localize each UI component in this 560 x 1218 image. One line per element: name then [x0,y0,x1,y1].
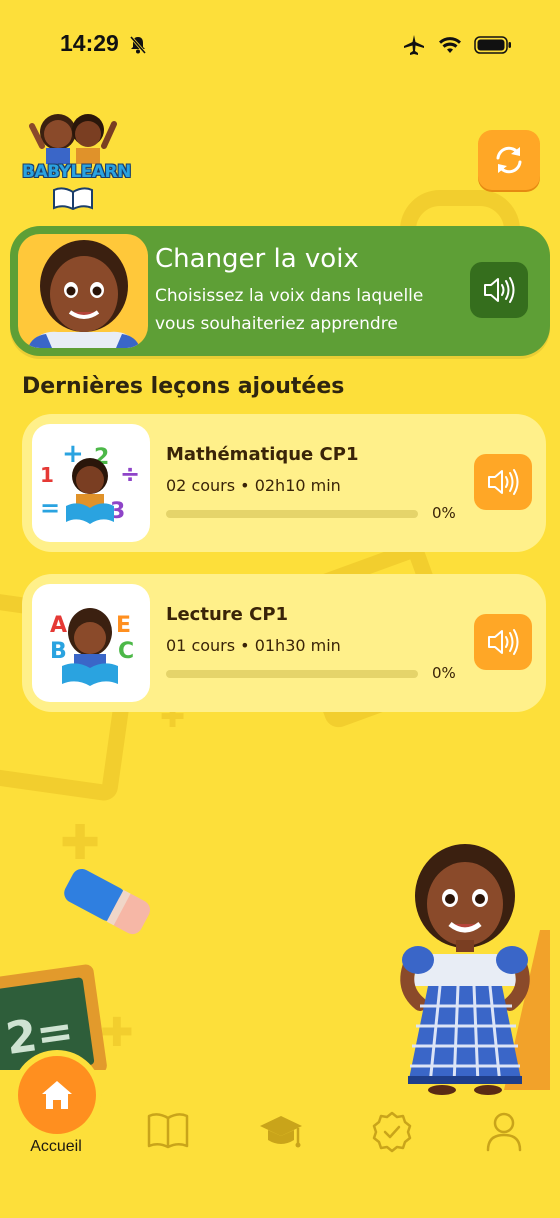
bell-slash-icon [129,36,147,54]
home-icon [42,1081,72,1109]
user-icon[interactable] [484,1110,524,1152]
math-kid-illustration: + 2 1 ÷ = 3 [40,439,140,524]
section-title: Dernières leçons ajoutées [22,374,345,399]
ruler-illustration [504,930,550,1090]
lesson-speaker-button[interactable] [474,454,532,510]
speaker-icon [484,277,515,303]
svg-text:B: B [50,639,67,664]
svg-text:÷: ÷ [120,460,140,488]
logo-book-icon [53,187,93,210]
nav-home-button[interactable] [18,1056,96,1134]
change-voice-card[interactable]: Changer la voix Choisissez la voix dans … [10,226,550,356]
reading-kid-illustration: A B E C [50,608,134,686]
svg-text:=: = [40,494,60,522]
speaker-icon [488,629,519,655]
svg-text:C: C [118,639,134,664]
svg-text:E: E [116,613,131,638]
voice-card-subtitle: Choisissez la voix dans laquelle vous so… [155,286,424,334]
refresh-button[interactable] [478,130,540,190]
voice-speaker-button[interactable] [470,262,528,318]
lesson-speaker-button[interactable] [474,614,532,670]
airplane-icon [404,35,424,55]
status-time: 14:29 [60,30,119,56]
girl-illustration [400,844,530,1095]
lesson-title: Mathématique CP1 [166,444,359,465]
graduation-cap-icon[interactable] [258,1110,304,1150]
app-logo: BABYLEARN [22,106,131,214]
svg-text:1: 1 [40,463,54,487]
lesson-card-math[interactable]: + 2 1 ÷ = 3 Mathématique CP1 02 cours • … [22,414,546,552]
lesson-progress-bar [166,670,418,678]
lesson-meta: 02 cours • 02h10 min [166,476,341,495]
lesson-meta: 01 cours • 01h30 min [166,636,341,655]
badge-check-icon[interactable] [370,1110,414,1154]
wifi-icon [439,37,461,53]
voice-card-title: Changer la voix [155,244,359,274]
logo-kids-illustration [29,114,117,164]
battery-icon [474,36,511,54]
lesson-progress-label: 0% [432,504,456,522]
chalkboard-illustration: 2= [0,964,107,1070]
bottom-navigation: Accueil [0,1056,560,1218]
status-bar: 14:29 [0,0,560,92]
lesson-progress-bar [166,510,418,518]
lesson-thumbnail-math: + 2 1 ÷ = 3 [32,424,150,542]
voice-avatar [18,234,148,348]
logo-text: BABYLEARN [22,162,131,182]
eraser-illustration [64,868,151,935]
refresh-icon [496,146,522,174]
lesson-title: Lecture CP1 [166,604,289,625]
speaker-icon [488,469,519,495]
lesson-thumbnail-reading: A B E C [32,584,150,702]
nav-home-label: Accueil [30,1138,82,1155]
lesson-card-reading[interactable]: A B E C Lecture CP1 01 cours • 01h30 min… [22,574,546,712]
lesson-progress-label: 0% [432,664,456,682]
book-icon[interactable] [146,1110,190,1150]
svg-text:A: A [50,613,67,638]
girl-avatar-illustration [28,240,140,348]
